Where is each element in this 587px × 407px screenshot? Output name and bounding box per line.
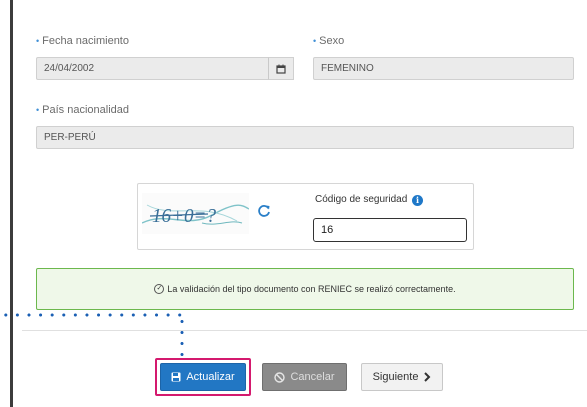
info-icon[interactable]: i	[412, 195, 424, 206]
cancel-button[interactable]: Cancelar	[262, 363, 347, 391]
success-message: La validación del tipo documento con REN…	[167, 284, 456, 294]
divider	[22, 330, 587, 331]
calendar-button[interactable]	[268, 57, 294, 80]
update-button-label: Actualizar	[186, 371, 235, 383]
security-code-label-text: Código de seguridad	[315, 194, 408, 205]
annotation-dots-horizontal	[0, 313, 186, 317]
left-border	[10, 0, 13, 407]
required-dot: •	[36, 36, 40, 46]
security-code-label: Código de seguridad i	[315, 194, 424, 206]
required-dot: •	[36, 105, 40, 115]
required-dot: •	[313, 36, 317, 46]
ban-icon	[274, 371, 286, 383]
sex-label: • Sexo	[313, 35, 344, 47]
nationality-label-text: País nacionalidad	[42, 104, 129, 116]
birth-date-value: 24/04/2002	[44, 63, 95, 74]
check-circle-icon: ✓	[154, 284, 165, 294]
security-code-input[interactable]: 16	[313, 218, 467, 242]
birth-date-label: • Fecha nacimiento	[36, 35, 129, 47]
calendar-icon	[276, 64, 286, 74]
sex-value: FEMENINO	[321, 63, 374, 74]
success-alert: ✓ La validación del tipo documento con R…	[36, 268, 574, 310]
birth-date-field[interactable]: 24/04/2002	[36, 57, 275, 80]
nationality-label: • País nacionalidad	[36, 104, 129, 116]
next-button[interactable]: Siguiente	[361, 363, 443, 391]
save-icon	[171, 372, 181, 382]
security-code-value: 16	[321, 224, 334, 236]
nationality-value: PER-PERÚ	[44, 132, 96, 143]
sex-field[interactable]: FEMENINO	[313, 57, 574, 80]
next-button-label: Siguiente	[372, 371, 419, 383]
captcha-image: 16+0=?	[142, 193, 249, 234]
refresh-captcha-icon[interactable]	[256, 203, 272, 219]
annotation-dots-vertical	[180, 316, 184, 356]
cancel-button-label: Cancelar	[290, 371, 335, 383]
nationality-field[interactable]: PER-PERÚ	[36, 126, 574, 149]
update-button[interactable]: Actualizar	[160, 363, 246, 391]
birth-date-label-text: Fecha nacimiento	[42, 35, 129, 47]
chevron-right-icon	[424, 372, 431, 382]
sex-label-text: Sexo	[319, 35, 345, 47]
